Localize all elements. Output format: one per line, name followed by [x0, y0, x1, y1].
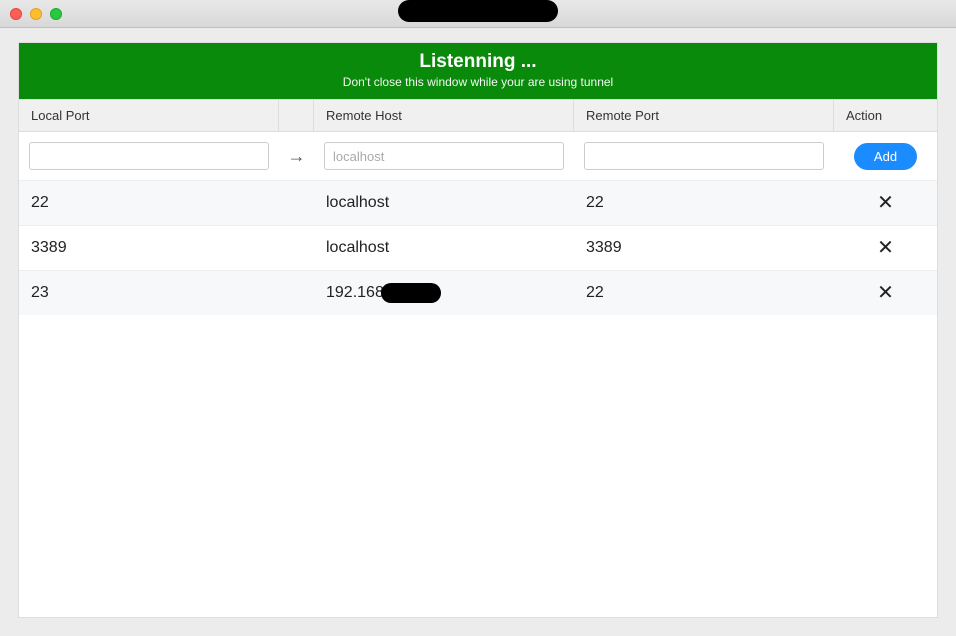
cell-action: ✕	[834, 226, 937, 270]
cell-local-port: 22	[19, 181, 279, 225]
cell-remote-host: 192.168	[314, 271, 574, 315]
window-close-button[interactable]	[10, 8, 22, 20]
cell-local-port: 23	[19, 271, 279, 315]
cell-action: ✕	[834, 271, 937, 315]
window-title-redacted	[398, 0, 558, 22]
header-remote-port: Remote Port	[574, 100, 834, 131]
main-panel: Listenning ... Don't close this window w…	[18, 42, 938, 618]
delete-icon[interactable]: ✕	[877, 283, 894, 303]
content-area: Listenning ... Don't close this window w…	[0, 28, 956, 636]
tunnel-rows: 22localhost22✕3389localhost3389✕23192.16…	[19, 180, 937, 617]
cell-remote-port: 22	[574, 271, 834, 315]
remote-host-input[interactable]	[324, 142, 564, 170]
cell-action: ✕	[834, 181, 937, 225]
cell-arrow-spacer	[279, 271, 314, 315]
remote-port-input[interactable]	[584, 142, 824, 170]
cell-arrow-spacer	[279, 226, 314, 270]
local-port-input[interactable]	[29, 142, 269, 170]
add-button[interactable]: Add	[854, 143, 917, 170]
header-arrow-spacer	[279, 100, 314, 131]
cell-remote-host: localhost	[314, 181, 574, 225]
header-local-port: Local Port	[19, 100, 279, 131]
redacted-segment	[381, 283, 441, 303]
traffic-lights	[10, 8, 62, 20]
arrow-icon: →	[279, 132, 314, 180]
delete-icon[interactable]: ✕	[877, 193, 894, 213]
banner-subtitle: Don't close this window while your are u…	[19, 75, 937, 89]
header-remote-host: Remote Host	[314, 100, 574, 131]
cell-remote-port: 22	[574, 181, 834, 225]
table-row: 22localhost22✕	[19, 180, 937, 225]
window-minimize-button[interactable]	[30, 8, 42, 20]
window-maximize-button[interactable]	[50, 8, 62, 20]
cell-local-port: 3389	[19, 226, 279, 270]
titlebar	[0, 0, 956, 28]
cell-arrow-spacer	[279, 181, 314, 225]
header-action: Action	[834, 100, 937, 131]
delete-icon[interactable]: ✕	[877, 238, 894, 258]
status-banner: Listenning ... Don't close this window w…	[19, 43, 937, 99]
table-row: 3389localhost3389✕	[19, 225, 937, 270]
cell-remote-host: localhost	[314, 226, 574, 270]
banner-title: Listenning ...	[19, 51, 937, 73]
input-row: → Add	[19, 132, 937, 180]
cell-remote-port: 3389	[574, 226, 834, 270]
table-header: Local Port Remote Host Remote Port Actio…	[19, 99, 937, 132]
table-row: 23 192.16822 ✕	[19, 270, 937, 315]
